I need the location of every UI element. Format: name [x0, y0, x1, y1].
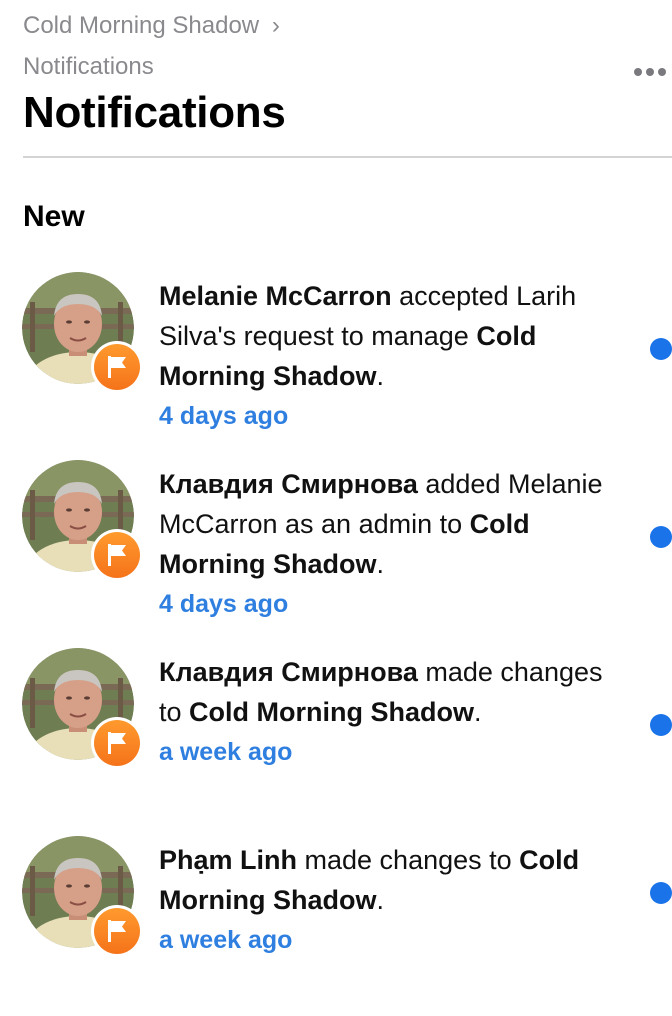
notification-text: Phạm Linh made changes to Cold Morning S… [159, 840, 629, 960]
page-badge [91, 905, 143, 957]
page-badge [91, 529, 143, 581]
notification-bold-segment: Клавдия Смирнова [159, 657, 418, 687]
chevron-right-icon: › [271, 12, 280, 39]
notification-message: Phạm Linh made changes to Cold Morning S… [159, 840, 629, 920]
notification-item[interactable]: Melanie McCarron accepted Larih Silva's … [0, 272, 672, 452]
unread-indicator [650, 714, 672, 736]
more-options-button[interactable] [634, 64, 672, 80]
breadcrumb-current: Notifications [23, 53, 154, 80]
notification-message: Melanie McCarron accepted Larih Silva's … [159, 276, 629, 396]
more-horizontal-icon-dot [658, 68, 666, 76]
notification-segment: . [376, 885, 384, 915]
page-flag-icon [108, 920, 126, 942]
unread-indicator [650, 338, 672, 360]
notification-timestamp: a week ago [159, 738, 293, 766]
notification-bold-segment: Cold Morning Shadow [189, 697, 474, 727]
notification-message: Клавдия Смирнова made changes to Cold Mo… [159, 652, 629, 732]
notification-text: Клавдия Смирнова made changes to Cold Mo… [159, 652, 629, 772]
notification-segment: . [376, 361, 384, 391]
page-title: Notifications [23, 88, 286, 137]
page-badge [91, 341, 143, 393]
notification-segment: . [376, 549, 384, 579]
unread-indicator [650, 526, 672, 548]
more-horizontal-icon [634, 68, 642, 76]
notification-item[interactable]: Клавдия Смирнова added Melanie McCarron … [0, 460, 672, 640]
breadcrumb-parent-link[interactable]: Cold Morning Shadow › [23, 12, 280, 40]
badge-circle [94, 908, 140, 954]
notification-text: Melanie McCarron accepted Larih Silva's … [159, 276, 629, 436]
badge-circle [94, 344, 140, 390]
notification-timestamp: 4 days ago [159, 402, 289, 430]
page-flag-icon [108, 356, 126, 378]
notification-segment: made changes to [297, 845, 520, 875]
notification-timestamp: a week ago [159, 926, 293, 954]
page-flag-icon [108, 544, 126, 566]
notification-timestamp: 4 days ago [159, 590, 289, 618]
notification-bold-segment: Клавдия Смирнова [159, 469, 418, 499]
breadcrumb-parent-label: Cold Morning Shadow [23, 12, 260, 39]
unread-indicator [650, 882, 672, 904]
notification-message: Клавдия Смирнова added Melanie McCarron … [159, 464, 629, 584]
notification-bold-segment: Phạm Linh [159, 845, 298, 875]
notification-item[interactable]: Phạm Linh made changes to Cold Morning S… [0, 836, 672, 1016]
header: Cold Morning Shadow › Notifications Noti… [0, 0, 672, 158]
badge-circle [94, 532, 140, 578]
notification-bold-segment: Melanie McCarron [159, 281, 392, 311]
notification-item[interactable]: Клавдия Смирнова made changes to Cold Mo… [0, 648, 672, 828]
badge-circle [94, 720, 140, 766]
notification-text: Клавдия Смирнова added Melanie McCarron … [159, 464, 629, 624]
page-flag-icon [108, 732, 126, 754]
page-badge [91, 717, 143, 769]
section-title-new: New [23, 200, 85, 233]
header-divider [23, 156, 672, 158]
more-horizontal-icon-dot [646, 68, 654, 76]
notification-segment: . [474, 697, 482, 727]
